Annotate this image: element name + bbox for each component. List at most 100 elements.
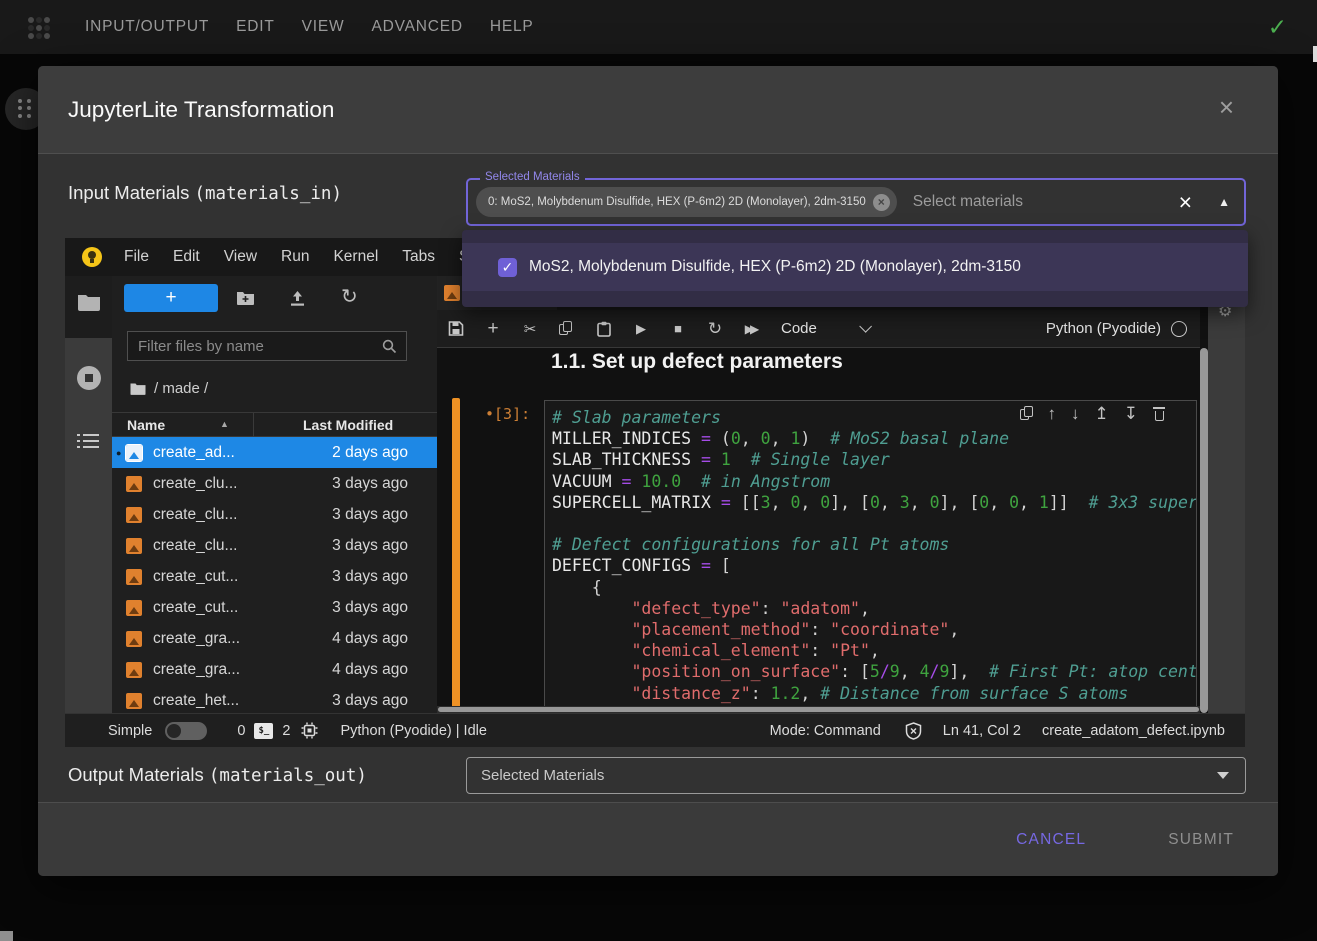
file-row[interactable]: create_cut...3 days ago bbox=[112, 561, 437, 592]
notebook-file-icon bbox=[126, 693, 142, 709]
cell-collapser[interactable] bbox=[452, 398, 460, 706]
output-materials-select[interactable]: Selected Materials bbox=[466, 757, 1246, 794]
checkbox-checked-icon[interactable]: ✓ bbox=[498, 258, 517, 277]
run-all-icon[interactable]: ▶▶ bbox=[744, 322, 760, 336]
material-option-label: MoS2, Molybdenum Disulfide, HEX (P-6m2) … bbox=[529, 258, 1021, 276]
file-row[interactable]: create_clu...3 days ago bbox=[112, 468, 437, 499]
jupyter-menu-item[interactable]: Edit bbox=[161, 248, 212, 266]
file-list-header: Name ▲ Last Modified bbox=[112, 412, 437, 437]
breadcrumb[interactable]: / made / bbox=[130, 376, 208, 400]
file-row[interactable]: create_gra...4 days ago bbox=[112, 654, 437, 685]
submit-button[interactable]: SUBMIT bbox=[1168, 831, 1234, 849]
insert-cell-below-icon[interactable]: ↧ bbox=[1124, 405, 1138, 422]
copy-icon[interactable] bbox=[559, 321, 575, 336]
material-option[interactable]: ✓ MoS2, Molybdenum Disulfide, HEX (P-6m2… bbox=[462, 243, 1248, 291]
notebook-file-icon bbox=[126, 662, 142, 678]
file-row[interactable]: create_het...3 days ago bbox=[112, 685, 437, 713]
notebook-content[interactable]: 1.1. Set up defect parameters •[3]: # Sl… bbox=[437, 348, 1200, 706]
cursor-position[interactable]: Ln 41, Col 2 bbox=[943, 723, 1021, 739]
selected-materials-select[interactable]: Selected Materials 0: MoS2, Molybdenum D… bbox=[466, 178, 1246, 226]
dialog-close-icon[interactable]: × bbox=[1219, 94, 1234, 120]
column-last-modified[interactable]: Last Modified bbox=[303, 417, 393, 433]
statusbar-right: Mode: Command Ln 41, Col 2 create_adatom… bbox=[770, 722, 1245, 740]
file-row[interactable]: create_gra...4 days ago bbox=[112, 623, 437, 654]
app-logo-icon[interactable] bbox=[28, 17, 50, 39]
jupyter-menu-item[interactable]: File bbox=[112, 248, 161, 266]
stop-icon[interactable]: ■ bbox=[670, 321, 686, 336]
file-name: create_gra... bbox=[153, 661, 240, 679]
kernel-count[interactable]: 2 bbox=[282, 723, 290, 739]
cut-icon[interactable]: ✂ bbox=[522, 320, 538, 338]
kernel-chip-icon[interactable] bbox=[301, 722, 318, 739]
move-cell-up-icon[interactable]: ↑ bbox=[1048, 405, 1057, 422]
mode-indicator[interactable]: Mode: Command bbox=[770, 723, 881, 739]
shield-icon[interactable] bbox=[905, 722, 922, 740]
kernel-status-text[interactable]: Python (Pyodide) | Idle bbox=[340, 723, 486, 739]
add-cell-icon[interactable]: + bbox=[485, 318, 501, 340]
table-of-contents-tab-icon[interactable] bbox=[77, 434, 99, 452]
code-line: VACUUM = 10.0 # in Angstrom bbox=[552, 471, 1196, 492]
app-menu-item[interactable]: INPUT/OUTPUT bbox=[85, 18, 209, 36]
simple-mode-toggle[interactable] bbox=[165, 722, 207, 740]
search-icon bbox=[382, 339, 397, 354]
file-browser-panel: + ↻ bbox=[112, 276, 437, 713]
jupyter-menu-item[interactable]: View bbox=[212, 248, 269, 266]
vertical-scrollbar[interactable] bbox=[1200, 348, 1208, 713]
app-menu-item[interactable]: ADVANCED bbox=[371, 18, 462, 36]
chip-delete-icon[interactable]: × bbox=[873, 194, 890, 211]
confirm-check-icon[interactable]: ✓ bbox=[1268, 14, 1287, 41]
file-row[interactable]: ●create_ad...2 days ago bbox=[112, 437, 437, 468]
app-menu-item[interactable]: EDIT bbox=[236, 18, 275, 36]
code-line: "position_on_surface": [5/9, 4/9], # Fir… bbox=[552, 661, 1196, 682]
app-menu-item[interactable]: VIEW bbox=[302, 18, 345, 36]
terminal-count[interactable]: 0 bbox=[237, 723, 245, 739]
app-menu-item[interactable]: HELP bbox=[490, 18, 534, 36]
new-folder-icon[interactable] bbox=[236, 290, 255, 306]
code-lines: # Slab parametersMILLER_INDICES = (0, 0,… bbox=[545, 401, 1196, 704]
upload-icon[interactable] bbox=[289, 290, 306, 307]
kernel-name[interactable]: Python (Pyodide) bbox=[1046, 320, 1161, 337]
save-icon[interactable] bbox=[448, 321, 464, 336]
notebook-tab-icon bbox=[444, 285, 460, 301]
running-kernels-tab-icon[interactable] bbox=[77, 366, 101, 390]
app-menubar: INPUT/OUTPUT EDIT VIEW ADVANCED HELP ✓ bbox=[0, 0, 1317, 54]
active-filename[interactable]: create_adatom_defect.ipynb bbox=[1042, 723, 1225, 739]
duplicate-cell-icon[interactable] bbox=[1020, 406, 1033, 421]
move-cell-down-icon[interactable]: ↓ bbox=[1071, 405, 1080, 422]
paste-icon[interactable] bbox=[596, 321, 612, 337]
column-name[interactable]: Name bbox=[127, 417, 165, 433]
file-row[interactable]: create_clu...3 days ago bbox=[112, 499, 437, 530]
new-launcher-button[interactable]: + bbox=[124, 284, 218, 312]
cancel-button[interactable]: CANCEL bbox=[1016, 831, 1086, 849]
file-browser-tab-icon[interactable] bbox=[77, 292, 101, 311]
code-cell-editor[interactable]: # Slab parametersMILLER_INDICES = (0, 0,… bbox=[544, 400, 1197, 706]
jupyter-menu-item[interactable]: Tabs bbox=[390, 248, 447, 266]
collapse-dropdown-icon[interactable]: ▲ bbox=[1218, 195, 1230, 209]
delete-cell-icon[interactable] bbox=[1153, 406, 1165, 421]
file-row[interactable]: create_cut...3 days ago bbox=[112, 592, 437, 623]
sort-ascending-icon[interactable]: ▲ bbox=[220, 419, 229, 429]
file-name: create_cut... bbox=[153, 599, 238, 617]
output-materials-text: Output Materials bbox=[68, 764, 209, 785]
refresh-icon[interactable]: ↻ bbox=[341, 284, 358, 309]
run-icon[interactable]: ▶ bbox=[633, 321, 649, 337]
insert-cell-above-icon[interactable]: ↥ bbox=[1095, 405, 1109, 422]
file-modified: 3 days ago bbox=[332, 537, 408, 555]
material-chip[interactable]: 0: MoS2, Molybdenum Disulfide, HEX (P-6m… bbox=[476, 187, 897, 217]
filter-files-input[interactable] bbox=[128, 338, 382, 355]
chevron-down-icon[interactable] bbox=[859, 320, 872, 333]
app-menu: INPUT/OUTPUT EDIT VIEW ADVANCED HELP bbox=[85, 18, 534, 36]
cell-type-select[interactable]: Code bbox=[781, 320, 817, 337]
restart-kernel-icon[interactable]: ↻ bbox=[707, 319, 723, 339]
jupyter-menu-item[interactable]: Run bbox=[269, 248, 321, 266]
horizontal-scrollbar[interactable] bbox=[437, 706, 1200, 713]
terminal-icon[interactable]: $_ bbox=[254, 723, 273, 739]
clear-selection-icon[interactable]: × bbox=[1179, 192, 1192, 212]
code-line: "placement_method": "coordinate", bbox=[552, 619, 1196, 640]
kernel-status-icon[interactable] bbox=[1171, 321, 1187, 337]
input-materials-label: Input Materials (materials_in) bbox=[68, 182, 342, 204]
jupyter-menu-item[interactable]: Kernel bbox=[321, 248, 390, 266]
output-materials-code: (materials_out) bbox=[209, 766, 367, 786]
simple-mode-label: Simple bbox=[108, 723, 152, 739]
file-row[interactable]: create_clu...3 days ago bbox=[112, 530, 437, 561]
